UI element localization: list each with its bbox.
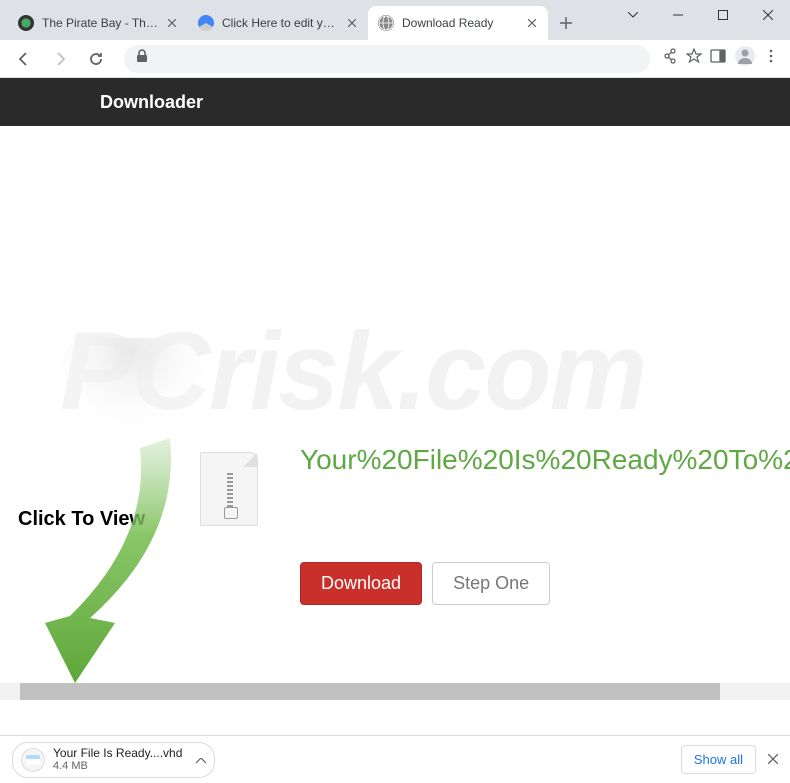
new-tab-button[interactable] <box>552 9 580 37</box>
downloads-bar: Your File Is Ready....vhd 4.4 MB Show al… <box>0 735 790 783</box>
page-header: Downloader <box>0 78 790 126</box>
tab-piratebay[interactable]: The Pirate Bay - The gal <box>8 6 188 40</box>
close-icon[interactable] <box>768 751 778 769</box>
lock-icon <box>136 49 148 68</box>
share-icon[interactable] <box>662 48 678 69</box>
browser-titlebar: The Pirate Bay - The gal Click Here to e… <box>0 0 790 40</box>
close-icon[interactable] <box>164 15 180 31</box>
forward-button[interactable] <box>44 43 76 75</box>
chevron-up-icon[interactable] <box>196 751 206 769</box>
green-arrow-icon <box>20 338 220 698</box>
brand-label: Downloader <box>100 92 203 113</box>
favicon-recaptcha <box>198 15 214 31</box>
tab-title: Download Ready <box>402 16 520 30</box>
tab-download-ready[interactable]: Download Ready <box>368 6 548 40</box>
favicon-piratebay <box>18 15 34 31</box>
tab-title: Click Here to edit your L <box>222 16 340 30</box>
download-size: 4.4 MB <box>53 760 182 773</box>
menu-icon[interactable] <box>764 49 778 68</box>
tabs-row: The Pirate Bay - The gal Click Here to e… <box>0 6 580 40</box>
star-icon[interactable] <box>686 48 702 69</box>
side-panel-icon[interactable] <box>710 48 726 69</box>
vhd-file-icon <box>21 748 45 772</box>
close-window-button[interactable] <box>745 0 790 30</box>
file-ready-heading: Your%20File%20Is%20Ready%20To%20 <box>300 444 790 476</box>
download-item[interactable]: Your File Is Ready....vhd 4.4 MB <box>12 742 215 778</box>
globe-icon <box>378 15 394 31</box>
download-filename: Your File Is Ready....vhd <box>53 746 182 760</box>
button-row: Download Step One <box>300 562 550 605</box>
toolbar-actions <box>662 45 782 72</box>
download-button[interactable]: Download <box>300 562 422 605</box>
back-button[interactable] <box>8 43 40 75</box>
profile-icon[interactable] <box>734 45 756 72</box>
tab-clickhere[interactable]: Click Here to edit your L <box>188 6 368 40</box>
browser-toolbar <box>0 40 790 78</box>
close-icon[interactable] <box>524 15 540 31</box>
maximize-button[interactable] <box>700 0 745 30</box>
reload-button[interactable] <box>80 43 112 75</box>
downloads-bar-actions: Show all <box>681 745 778 774</box>
address-bar[interactable] <box>124 45 650 73</box>
show-all-button[interactable]: Show all <box>681 745 756 774</box>
tab-title: The Pirate Bay - The gal <box>42 16 160 30</box>
chevron-down-icon[interactable] <box>610 0 655 30</box>
page-viewport: Downloader PCrisk.com Your%20File%20Is%2… <box>0 78 790 700</box>
minimize-button[interactable] <box>655 0 700 30</box>
step-one-button[interactable]: Step One <box>432 562 550 605</box>
window-controls <box>610 0 790 30</box>
download-item-text: Your File Is Ready....vhd 4.4 MB <box>53 746 182 774</box>
close-icon[interactable] <box>344 15 360 31</box>
